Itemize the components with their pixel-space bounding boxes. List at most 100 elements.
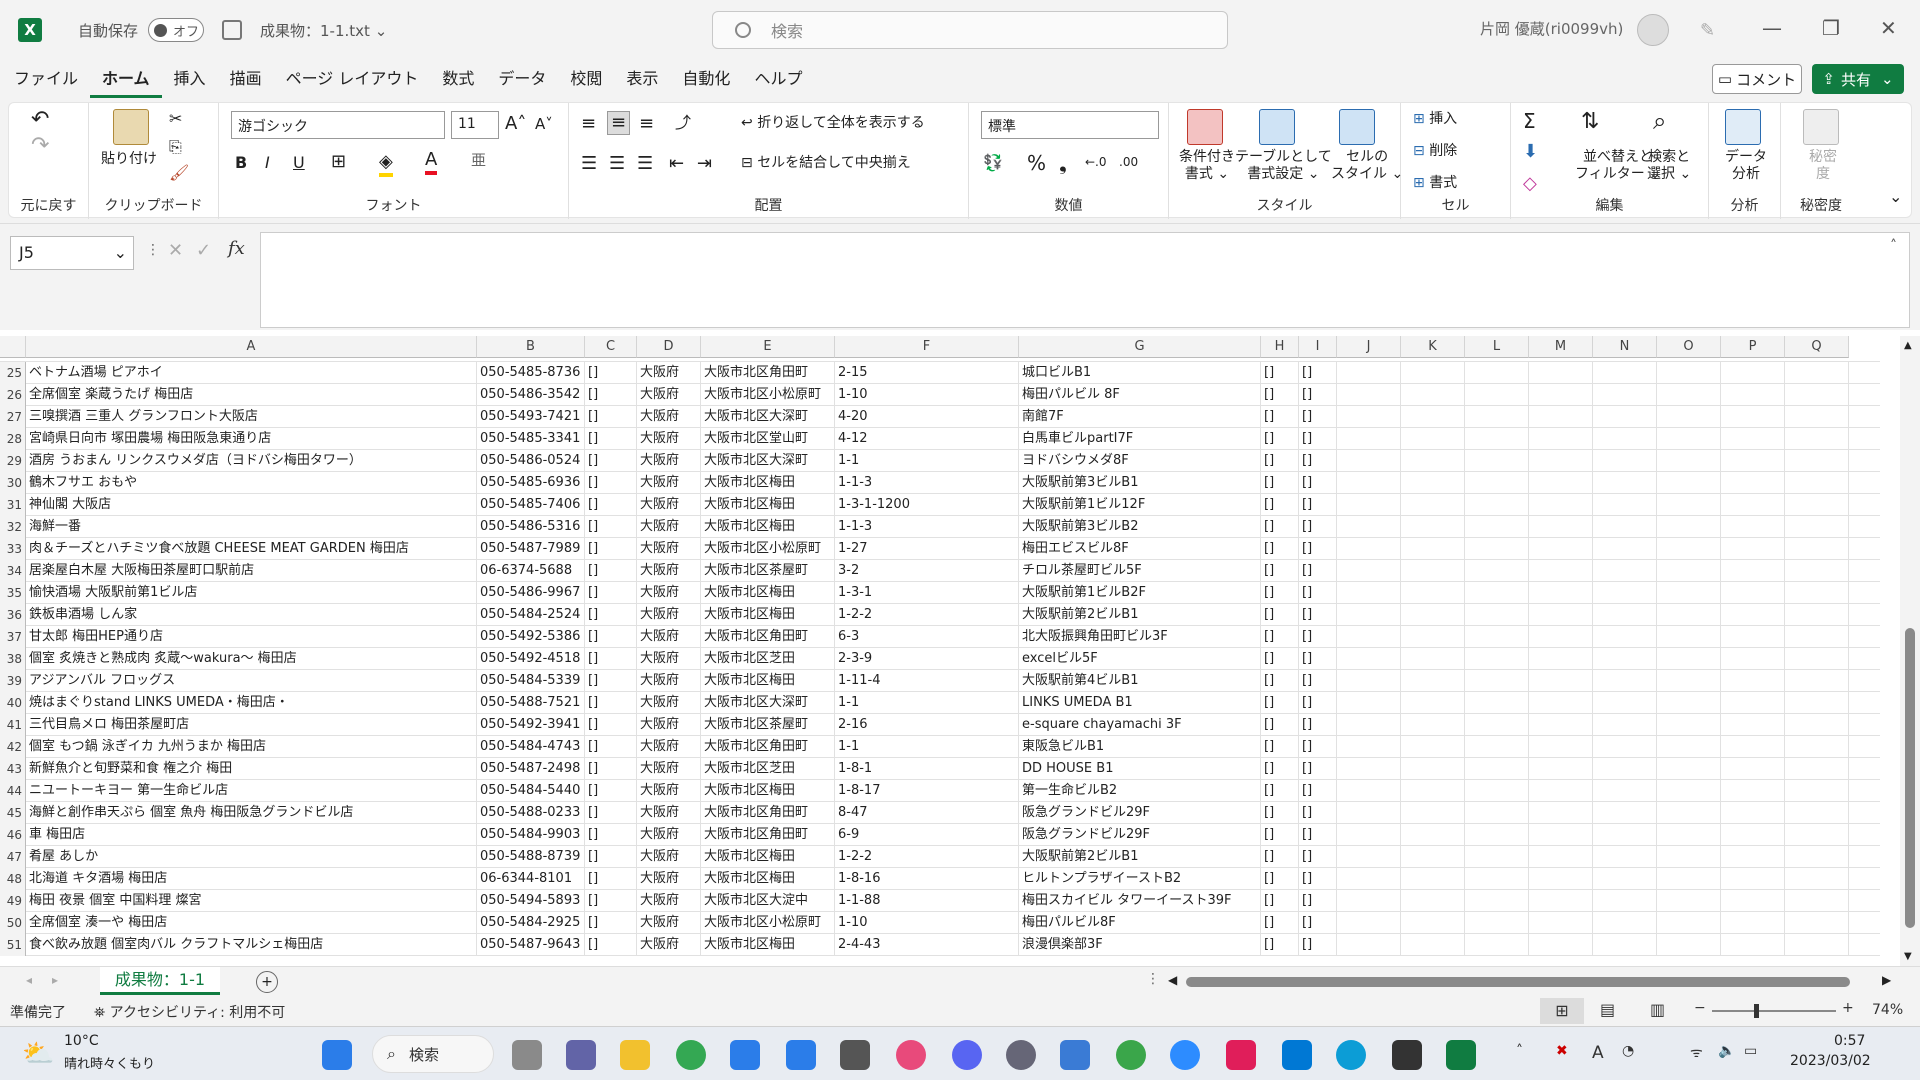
table-cell[interactable]: 梅田パルビル 8F — [1019, 384, 1261, 406]
table-cell[interactable]: 1-1-3 — [835, 472, 1019, 494]
table-cell[interactable] — [1337, 362, 1401, 384]
table-cell[interactable]: [] — [1261, 428, 1299, 450]
table-cell[interactable]: 大阪府 — [637, 868, 701, 890]
table-cell[interactable]: 白馬車ビルpartⅠ7F — [1019, 428, 1261, 450]
table-cell[interactable]: 大阪府 — [637, 428, 701, 450]
slack-icon[interactable] — [1226, 1040, 1256, 1070]
table-cell[interactable] — [1529, 472, 1593, 494]
table-cell[interactable]: 1-10 — [835, 912, 1019, 934]
table-cell[interactable] — [1401, 890, 1465, 912]
edge-icon[interactable] — [1336, 1040, 1366, 1070]
table-cell[interactable]: [] — [585, 736, 637, 758]
remote-desktop-icon[interactable] — [1060, 1040, 1090, 1070]
table-cell[interactable] — [1593, 582, 1657, 604]
table-cell[interactable]: [] — [1261, 912, 1299, 934]
table-cell[interactable]: 宮崎県日向市 塚田農場 梅田阪急東通り店 — [26, 428, 477, 450]
table-cell[interactable] — [1529, 406, 1593, 428]
battery-icon[interactable]: ▭ — [1744, 1043, 1757, 1059]
table-cell[interactable] — [1593, 846, 1657, 868]
phonetic-icon[interactable]: 亜 — [471, 151, 486, 169]
table-cell[interactable] — [1337, 582, 1401, 604]
table-cell[interactable] — [1529, 582, 1593, 604]
table-cell[interactable] — [1337, 846, 1401, 868]
table-cell[interactable] — [1337, 428, 1401, 450]
table-cell[interactable] — [1529, 670, 1593, 692]
fill-icon[interactable]: ⬇ — [1523, 141, 1538, 163]
table-cell[interactable]: [] — [1261, 538, 1299, 560]
table-cell[interactable] — [1337, 450, 1401, 472]
table-cell[interactable]: 6-9 — [835, 824, 1019, 846]
table-cell[interactable]: [] — [1299, 934, 1337, 956]
table-cell[interactable]: 大阪市北区角田町 — [701, 802, 835, 824]
scroll-left-icon[interactable]: ◀ — [1168, 973, 1177, 987]
table-cell[interactable] — [1465, 758, 1529, 780]
table-cell[interactable] — [1593, 934, 1657, 956]
table-cell[interactable] — [1465, 626, 1529, 648]
pen-icon[interactable]: ✎ — [1700, 20, 1715, 41]
row-header[interactable]: 29 — [0, 450, 26, 472]
table-cell[interactable] — [1721, 890, 1785, 912]
table-cell[interactable] — [1529, 692, 1593, 714]
table-cell[interactable] — [1465, 736, 1529, 758]
table-cell[interactable] — [1593, 824, 1657, 846]
table-cell[interactable]: [] — [1261, 802, 1299, 824]
table-cell[interactable] — [1657, 494, 1721, 516]
table-cell[interactable] — [1465, 406, 1529, 428]
row-header[interactable]: 37 — [0, 626, 26, 648]
table-cell[interactable] — [1593, 428, 1657, 450]
teams-icon[interactable] — [566, 1040, 596, 1070]
table-cell[interactable]: [] — [585, 384, 637, 406]
align-right-icon[interactable]: ☰ — [637, 153, 653, 175]
table-cell[interactable]: 050-5492-3941 — [477, 714, 585, 736]
table-cell[interactable] — [1721, 472, 1785, 494]
format-cells-button[interactable]: ⊞ 書式 — [1413, 175, 1457, 192]
table-cell[interactable]: 大阪府 — [637, 604, 701, 626]
table-cell[interactable] — [1401, 934, 1465, 956]
table-cell[interactable] — [1785, 472, 1849, 494]
table-cell[interactable]: 大阪府 — [637, 692, 701, 714]
table-cell[interactable]: [] — [1261, 362, 1299, 384]
table-cell[interactable]: [] — [1261, 406, 1299, 428]
table-cell[interactable] — [1593, 714, 1657, 736]
table-cell[interactable]: 大阪市北区大深町 — [701, 692, 835, 714]
table-cell[interactable] — [1657, 648, 1721, 670]
table-cell[interactable] — [1465, 472, 1529, 494]
table-cell[interactable] — [1657, 824, 1721, 846]
table-cell[interactable] — [1593, 736, 1657, 758]
table-cell[interactable] — [1721, 692, 1785, 714]
table-cell[interactable]: 大阪市北区梅田 — [701, 494, 835, 516]
table-cell[interactable]: 050-5488-0233 — [477, 802, 585, 824]
table-cell[interactable]: DD HOUSE B1 — [1019, 758, 1261, 780]
table-cell[interactable]: 050-5484-2524 — [477, 604, 585, 626]
table-cell[interactable]: [] — [585, 802, 637, 824]
table-cell[interactable] — [1785, 494, 1849, 516]
table-cell[interactable] — [1401, 604, 1465, 626]
scroll-thumb[interactable] — [1905, 628, 1915, 928]
table-cell[interactable]: [] — [1261, 384, 1299, 406]
table-cell[interactable] — [1785, 912, 1849, 934]
table-cell[interactable]: [] — [1299, 516, 1337, 538]
table-cell[interactable] — [1337, 406, 1401, 428]
table-cell[interactable]: 大阪市北区芝田 — [701, 758, 835, 780]
table-cell[interactable] — [1465, 362, 1529, 384]
normal-view-icon[interactable]: ⊞ — [1540, 998, 1584, 1024]
table-cell[interactable]: [] — [1261, 934, 1299, 956]
avatar[interactable] — [1637, 14, 1669, 46]
music-icon[interactable] — [896, 1040, 926, 1070]
row-header[interactable]: 51 — [0, 934, 26, 956]
table-cell[interactable] — [1785, 846, 1849, 868]
table-cell[interactable]: 2-4-43 — [835, 934, 1019, 956]
table-cell[interactable]: 大阪駅前第2ビルB1 — [1019, 846, 1261, 868]
table-cell[interactable]: 大阪市北区角田町 — [701, 362, 835, 384]
table-cell[interactable] — [1785, 560, 1849, 582]
table-cell[interactable]: 大阪市北区梅田 — [701, 868, 835, 890]
zoom-level[interactable]: 74% — [1872, 1002, 1903, 1018]
italic-icon[interactable]: I — [265, 153, 270, 172]
settings-icon[interactable] — [1006, 1040, 1036, 1070]
table-cell[interactable]: 大阪駅前第1ビルB2F — [1019, 582, 1261, 604]
table-cell[interactable]: 居楽屋白木屋 大阪梅田茶屋町口駅前店 — [26, 560, 477, 582]
table-cell[interactable]: 06-6374-5688 — [477, 560, 585, 582]
table-cell[interactable]: [] — [585, 406, 637, 428]
table-cell[interactable]: 大阪市北区梅田 — [701, 846, 835, 868]
table-cell[interactable]: 1-1-3 — [835, 516, 1019, 538]
